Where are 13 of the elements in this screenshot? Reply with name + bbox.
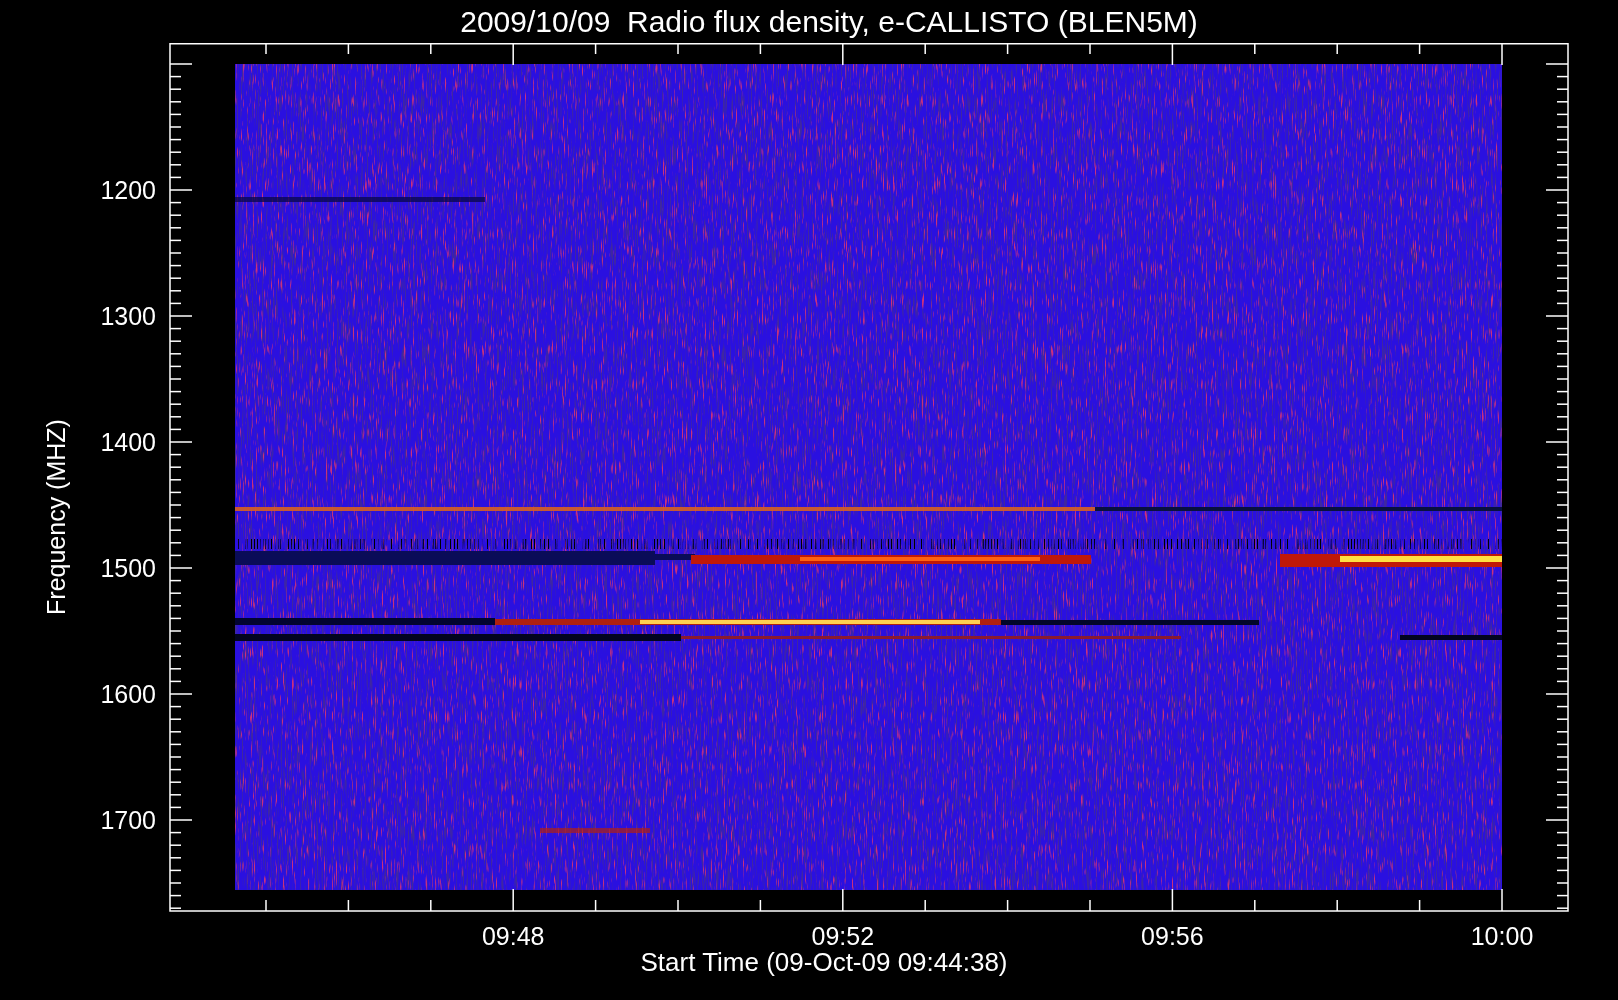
tick-label: 1300: [100, 302, 156, 330]
tick-label: 1700: [100, 806, 156, 834]
tick-label: 10:00: [1470, 922, 1534, 950]
tick-label: 1200: [100, 176, 156, 204]
tick-label: 1500: [100, 554, 156, 582]
tick-label: 09:48: [481, 922, 545, 950]
tick-label: 09:52: [811, 922, 875, 950]
tick-label: 1400: [100, 428, 156, 456]
tick-label: 09:56: [1141, 922, 1204, 950]
chart-title: 2009/10/09 Radio flux density, e-CALLISTO (BLEN5M): [459, 3, 1198, 40]
axis-label: Start Time (09-Oct-09 09:44:38): [639, 947, 1008, 977]
tick-label: 1600: [100, 680, 156, 708]
axis-label: Frequency (MHZ): [42, 419, 70, 615]
